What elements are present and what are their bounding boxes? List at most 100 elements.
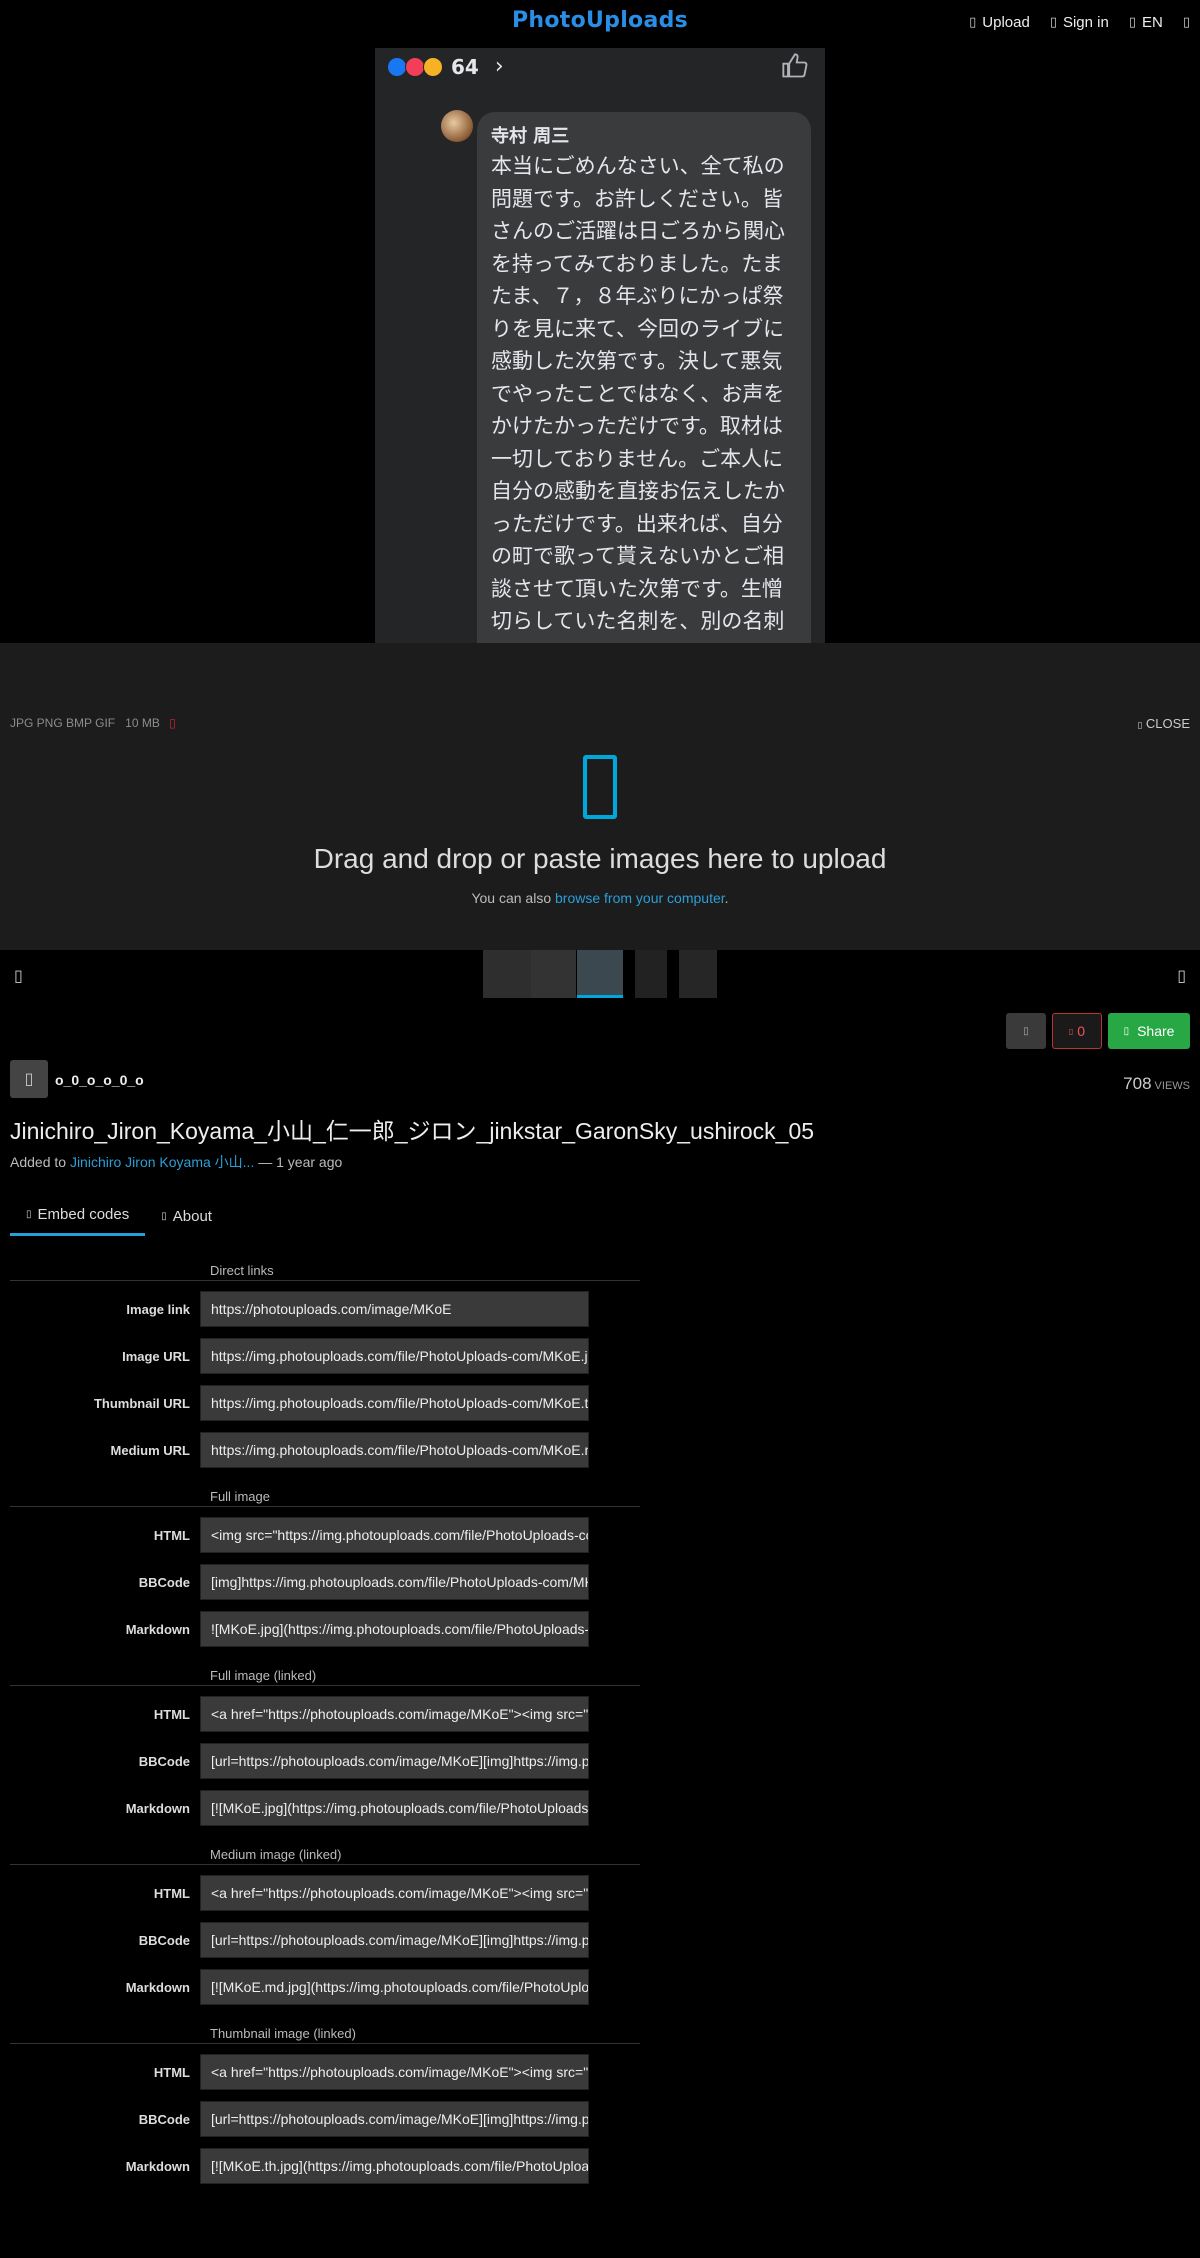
embed-group-title: Full image (linked): [210, 1668, 317, 1683]
embed-group-title: Thumbnail image (linked): [210, 2026, 356, 2041]
tab-about[interactable]: ▯ About: [145, 1196, 228, 1236]
embed-row: HTML <img src="https://img.photouploads.c…: [0, 1517, 640, 1553]
embed-label: HTML: [153, 2064, 190, 2080]
embed-code-field[interactable]: https://img.photouploads.com/file/PhotoU…: [200, 1385, 589, 1421]
uploader-name[interactable]: o_0_o_o_0_o: [55, 1072, 144, 1088]
embed-label: BBCode: [138, 1753, 190, 1769]
embed-code-field[interactable]: https://img.photouploads.com/file/PhotoU…: [200, 1338, 589, 1374]
chevron-right-icon: ›: [494, 54, 504, 79]
embed-code-field[interactable]: ![MKoE.jpg](https://img.photouploads.com…: [200, 1611, 589, 1647]
embed-code-field[interactable]: [url=https://photouploads.com/image/MKoE…: [200, 1743, 589, 1779]
embed-group-title: Full image: [210, 1489, 270, 1504]
album-thumbnail-current[interactable]: [577, 950, 623, 998]
image-actions: ▯ ▯ 0 ▯ Share: [1006, 1013, 1190, 1049]
divider: [10, 1280, 640, 1281]
next-image-icon[interactable]: ▯: [1177, 966, 1186, 985]
view-count: 708 VIEWS: [1123, 1074, 1190, 1094]
image-viewer[interactable]: 64 › 寺村 周三 本当にごめんなさい、全て私の問題です。お許しください。皆さ…: [0, 0, 1200, 643]
album-thumbnail[interactable]: [679, 950, 717, 998]
album-thumbnail[interactable]: [531, 950, 576, 998]
embed-codes-panel: Direct links Image link https://photouplo…: [0, 1262, 640, 2204]
embed-code-field[interactable]: [url=https://photouploads.com/image/MKoE…: [200, 1922, 589, 1958]
close-label: CLOSE: [1145, 716, 1190, 731]
divider: [10, 1685, 640, 1686]
embed-code-field[interactable]: <a href="https://photouploads.com/image/…: [200, 2054, 589, 2090]
embed-row: Markdown ![MKoE.jpg](https://img.photoupl…: [0, 1611, 640, 1647]
prev-image-icon[interactable]: ▯: [14, 966, 23, 985]
embed-row: Image URL https://img.photouploads.com/fi…: [0, 1338, 640, 1374]
embed-code-field[interactable]: <a href="https://photouploads.com/image/…: [200, 1875, 589, 1911]
added-time: — 1 year ago: [254, 1154, 343, 1170]
embed-group-full-image-linked: Full image (linked) HTML <a href="https:/…: [0, 1667, 640, 1826]
comment-bubble: 寺村 周三 本当にごめんなさい、全て私の問題です。お許しください。皆さんのご活躍…: [477, 112, 811, 643]
info-icon[interactable]: ▯: [169, 716, 176, 730]
embed-label: Image URL: [122, 1348, 190, 1364]
share-label: Share: [1137, 1023, 1175, 1039]
code-icon: ▯: [26, 1209, 32, 1220]
embed-label: Markdown: [125, 2158, 190, 2174]
info-tabs: ▯ Embed codes ▯ About: [10, 1196, 228, 1236]
album-link[interactable]: Jinichiro Jiron Koyama 小山...: [70, 1154, 254, 1170]
upload-sub-prefix: You can also: [471, 890, 556, 906]
cloud-upload-icon: ▯: [969, 15, 977, 30]
embed-code-field[interactable]: https://photouploads.com/image/MKoE: [200, 1291, 589, 1327]
upload-sub-suffix: .: [724, 890, 729, 906]
tab-about-label: About: [172, 1207, 212, 1225]
embed-row: BBCode [url=https://photouploads.com/imag…: [0, 2101, 640, 2137]
share-icon: ▯: [1123, 1025, 1130, 1037]
tab-embed-codes[interactable]: ▯ Embed codes: [10, 1196, 146, 1236]
embed-group-title: Medium image (linked): [210, 1847, 342, 1862]
close-upload-button[interactable]: ▯ CLOSE: [1137, 716, 1190, 731]
love-reaction-icon: [405, 56, 425, 77]
embed-row: Thumbnail URL https://img.photouploads.co…: [0, 1385, 640, 1421]
language-label: EN: [1142, 14, 1163, 31]
upload-nav-button[interactable]: ▯ Upload: [969, 14, 1030, 31]
download-button[interactable]: ▯: [1006, 1013, 1046, 1049]
upload-formats: JPG PNG BMP GIF 10 MB ▯: [10, 716, 176, 730]
reaction-bar: 64 ›: [387, 54, 504, 79]
upload-subtitle: You can also browse from your computer.: [0, 890, 1200, 906]
album-thumbnail[interactable]: [483, 950, 531, 998]
divider: [10, 1506, 640, 1507]
embed-row: Markdown [![MKoE.th.jpg](https://img.phot…: [0, 2148, 640, 2184]
allowed-formats: JPG PNG BMP GIF: [10, 716, 116, 730]
embed-code-field[interactable]: [![MKoE.jpg](https://img.photouploads.co…: [200, 1790, 589, 1826]
signin-nav-button[interactable]: ▯ Sign in: [1050, 14, 1109, 31]
signin-nav-label: Sign in: [1062, 14, 1109, 31]
uploader-avatar[interactable]: ▯: [10, 1060, 48, 1098]
views-label: VIEWS: [1154, 1080, 1190, 1092]
embed-label: Image link: [126, 1301, 190, 1317]
embed-code-field[interactable]: <a href="https://photouploads.com/image/…: [200, 1696, 589, 1732]
upload-panel[interactable]: JPG PNG BMP GIF 10 MB ▯ ▯ CLOSE Drag and…: [0, 643, 1200, 950]
embed-code-field[interactable]: [![MKoE.th.jpg](https://img.photouploads…: [200, 2148, 589, 2184]
embed-code-field[interactable]: [![MKoE.md.jpg](https://img.photouploads…: [200, 1969, 589, 2005]
embed-label: HTML: [153, 1706, 190, 1722]
heart-icon: ▯: [1068, 1026, 1074, 1036]
search-icon: ▯: [1182, 15, 1190, 30]
sad-reaction-icon: [423, 56, 443, 77]
browse-computer-link[interactable]: browse from your computer: [555, 890, 725, 906]
thumbs-up-icon: [782, 53, 808, 78]
comment-text: 本当にごめんなさい、全て私の問題です。お許しください。皆さんのご活躍は日ごろから…: [491, 154, 785, 643]
tab-embed-label: Embed codes: [37, 1206, 130, 1223]
album-strip: ▯ ▯: [0, 950, 1200, 1000]
max-file-size: 10 MB: [125, 716, 160, 730]
added-prefix: Added to: [10, 1154, 70, 1170]
top-bar: PhotoUploads ▯ Upload ▯ Sign in ▯ EN ▯: [0, 0, 1200, 48]
share-button[interactable]: ▯ Share: [1108, 1013, 1190, 1049]
image-title: Jinichiro_Jiron_Koyama_小山_仁一郎_ジロン_jinkst…: [10, 1118, 815, 1144]
upload-title: Drag and drop or paste images here to up…: [313, 843, 887, 874]
language-selector[interactable]: ▯ EN: [1129, 14, 1163, 31]
user-icon: ▯: [1049, 15, 1057, 30]
embed-code-field[interactable]: [img]https://img.photouploads.com/file/P…: [200, 1564, 589, 1600]
album-thumbnail[interactable]: [635, 950, 667, 998]
embed-code-field[interactable]: https://img.photouploads.com/file/PhotoU…: [200, 1432, 589, 1468]
like-button[interactable]: ▯ 0: [1052, 1013, 1102, 1049]
embed-group-direct-links: Direct links Image link https://photouplo…: [0, 1262, 640, 1468]
embed-code-field[interactable]: <img src="https://img.photouploads.com/f…: [200, 1517, 589, 1553]
search-nav-button[interactable]: ▯: [1183, 14, 1190, 31]
embed-row: HTML <a href="https://photouploads.com/im…: [0, 1696, 640, 1732]
globe-icon: ▯: [1128, 15, 1136, 30]
embed-label: BBCode: [138, 1932, 190, 1948]
embed-code-field[interactable]: [url=https://photouploads.com/image/MKoE…: [200, 2101, 589, 2137]
